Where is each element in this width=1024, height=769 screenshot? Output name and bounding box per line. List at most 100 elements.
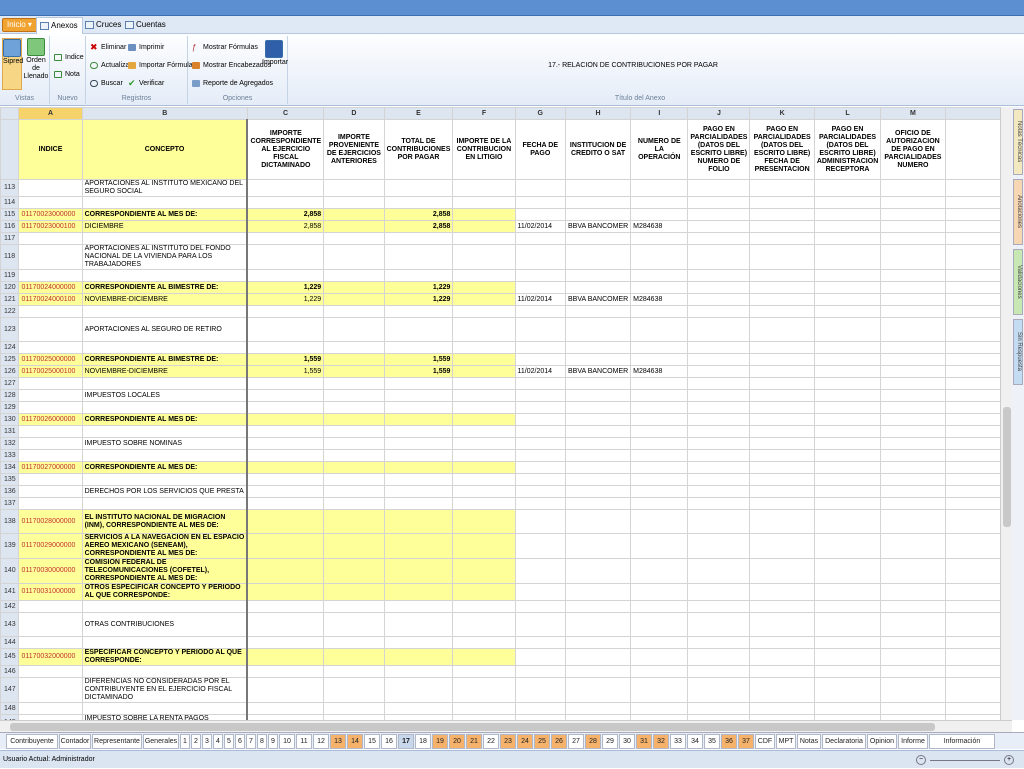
cell-institucion[interactable] [564,305,632,318]
cell-extra[interactable] [944,196,1008,209]
cell-folio[interactable] [687,305,751,318]
cell-folio[interactable] [687,677,751,703]
cell-concepto[interactable]: IMPUESTO SOBRE NOMINAS [81,437,249,450]
cell-importe-anteriores[interactable] [323,401,385,414]
cell-importe-litigio[interactable] [452,317,516,342]
cell-numero-operacion[interactable] [630,353,689,366]
cell-folio[interactable] [687,353,751,366]
cell-concepto[interactable] [81,377,249,390]
cell-fecha-pago[interactable]: 11/02/2014 [514,365,567,378]
cell-importe-anteriores[interactable] [323,648,385,666]
sheet-tab[interactable]: 34 [687,734,703,749]
cell-fecha-pago[interactable] [514,269,567,282]
cell-numero-operacion[interactable] [630,401,689,414]
cell-folio[interactable] [687,401,751,414]
cell-folio[interactable] [687,317,751,342]
cell-importe-litigio[interactable] [452,485,516,498]
cell-total-contribuciones[interactable] [383,196,454,209]
cell-importe-ejercicio[interactable] [246,497,325,510]
cell-concepto[interactable] [81,702,249,715]
sheet-tab[interactable]: Representante [92,734,142,749]
cell-fecha-pago[interactable] [514,196,567,209]
cell-extra[interactable] [944,401,1008,414]
column-header-b[interactable]: B [81,107,248,120]
cell-folio[interactable] [687,413,751,426]
cell-extra[interactable] [944,461,1008,474]
sheet-tab[interactable]: Información Adicional [929,734,995,759]
cell-extra[interactable] [944,341,1008,354]
cell-administracion[interactable] [813,437,882,450]
cell-importe-ejercicio[interactable] [246,677,325,703]
cell-fecha-presentacion[interactable] [749,353,815,366]
cell-indice[interactable]: 01170028000000 [18,509,83,534]
cell-importe-ejercicio[interactable] [246,612,325,637]
cell-importe-anteriores[interactable] [323,317,385,342]
cell-numero-operacion[interactable] [630,533,689,559]
cell-oficio[interactable] [880,389,946,402]
cell-fecha-pago[interactable] [514,401,567,414]
cell-fecha-presentacion[interactable] [749,485,815,498]
cell-oficio[interactable] [880,461,946,474]
cell-folio[interactable] [687,232,751,245]
cell-importe-ejercicio[interactable]: 2,858 [246,220,325,233]
cell-total-contribuciones[interactable] [383,179,454,197]
cell-concepto[interactable]: COMISION FEDERAL DE TELECOMUNICACIONES (… [81,558,249,584]
cell-oficio[interactable] [880,281,946,294]
sheet-tab[interactable]: 30 [619,734,635,749]
cell-extra[interactable] [944,377,1008,390]
cell-numero-operacion[interactable] [630,244,689,270]
cell-folio[interactable] [687,244,751,270]
cell-total-contribuciones[interactable] [383,702,454,715]
column-header-m[interactable]: M [880,107,946,120]
cell-importe-ejercicio[interactable]: 1,559 [246,353,325,366]
cell-fecha-presentacion[interactable] [749,425,815,438]
cell-fecha-pago[interactable] [514,702,567,715]
cell-institucion[interactable] [564,665,632,678]
sheet-tab[interactable]: 24 [517,734,533,749]
cell-institucion[interactable] [564,473,632,486]
cell-indice[interactable] [18,179,83,197]
cell-numero-operacion[interactable]: M284638 [630,293,689,306]
cell-total-contribuciones[interactable] [383,665,454,678]
cell-importe-litigio[interactable] [452,612,516,637]
cell-fecha-pago[interactable] [514,208,567,221]
cell-indice[interactable]: 01170031000000 [18,583,83,601]
cell-concepto[interactable]: APORTACIONES AL SEGURO DE RETIRO [81,317,249,342]
column-header-d[interactable]: D [323,107,385,120]
cell-indice[interactable] [18,665,83,678]
cell-indice[interactable]: 01170023000100 [18,220,83,233]
cell-importe-anteriores[interactable] [323,341,385,354]
sheet-tab[interactable]: 26 [551,734,567,749]
cell-fecha-presentacion[interactable] [749,437,815,450]
cell-extra[interactable] [944,293,1008,306]
cell-numero-operacion[interactable] [630,317,689,342]
cell-indice[interactable] [18,196,83,209]
indice-button[interactable]: Indice [54,52,84,63]
cell-oficio[interactable] [880,665,946,678]
cell-total-contribuciones[interactable] [383,612,454,637]
cell-importe-ejercicio[interactable] [246,600,325,613]
cell-folio[interactable] [687,702,751,715]
cell-administracion[interactable] [813,425,882,438]
cell-folio[interactable] [687,600,751,613]
cell-extra[interactable] [944,244,1008,270]
cell-importe-ejercicio[interactable] [246,196,325,209]
cell-importe-anteriores[interactable] [323,220,385,233]
sheet-tab[interactable]: 2 [191,734,201,749]
cell-administracion[interactable] [813,317,882,342]
cell-importe-litigio[interactable] [452,353,516,366]
cell-oficio[interactable] [880,437,946,450]
orden-llenado-button[interactable]: Orden de Llenado [23,38,49,90]
cell-importe-anteriores[interactable] [323,583,385,601]
cell-importe-litigio[interactable] [452,497,516,510]
cell-indice[interactable] [18,473,83,486]
cell-institucion[interactable] [564,636,632,649]
cell-numero-operacion[interactable] [630,583,689,601]
cell-fecha-pago[interactable]: 11/02/2014 [514,293,567,306]
cell-total-contribuciones[interactable] [383,558,454,584]
cell-indice[interactable]: 01170024000100 [18,293,83,306]
cell-importe-litigio[interactable] [452,600,516,613]
cell-extra[interactable] [944,702,1008,715]
cell-importe-ejercicio[interactable] [246,317,325,342]
cell-importe-anteriores[interactable] [323,636,385,649]
